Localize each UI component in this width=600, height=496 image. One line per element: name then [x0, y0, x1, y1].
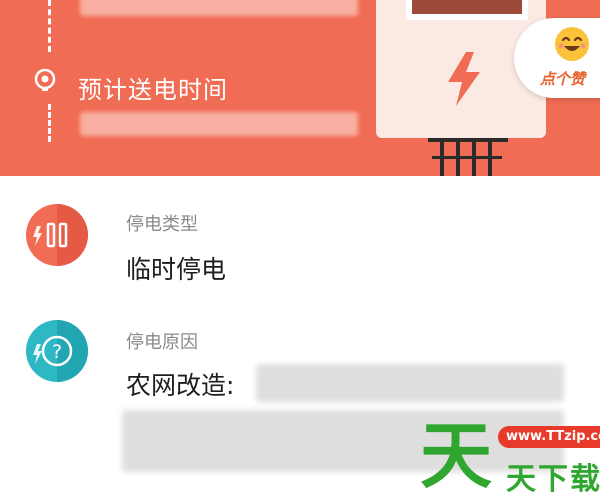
- power-station-screen: [406, 0, 528, 20]
- power-station-legs: [428, 138, 508, 176]
- timeline-dash-bottom: [48, 104, 51, 142]
- outage-reason-value: 农网改造:: [126, 371, 235, 400]
- header-banner: 预计送电时间 点个赞: [0, 0, 600, 176]
- question-icon: ?: [26, 320, 88, 382]
- estimated-restore-time-label: 预计送电时间: [78, 76, 228, 104]
- previous-value-redacted: [80, 0, 358, 16]
- like-button[interactable]: 点个赞: [514, 18, 600, 98]
- estimated-restore-time-value: [80, 112, 358, 136]
- like-label: 点个赞: [540, 70, 586, 88]
- outage-detail-screen: 预计送电时间 点个赞 停电类型 临时停电 ? 停电原因 农网改造: 天 www.…: [0, 0, 600, 496]
- lightbulb-icon: [32, 68, 58, 94]
- outage-type-value: 临时停电: [126, 255, 227, 284]
- outage-reason-label: 停电原因: [126, 332, 198, 353]
- watermark-text: 天下载: [506, 462, 600, 496]
- lightning-bolt-icon: [444, 52, 484, 106]
- timeline-dash-top: [48, 0, 51, 52]
- site-watermark: 天 www.TTzip.com 天下载: [420, 418, 600, 496]
- outage-reason-detail-redacted: [256, 364, 564, 402]
- smiley-icon: [552, 24, 592, 64]
- svg-text:?: ?: [52, 341, 62, 363]
- outage-type-label: 停电类型: [126, 214, 198, 235]
- watermark-url: www.TTzip.com: [498, 426, 600, 448]
- pause-bolt-icon: [26, 204, 88, 266]
- watermark-logo-glyph: 天: [420, 414, 493, 496]
